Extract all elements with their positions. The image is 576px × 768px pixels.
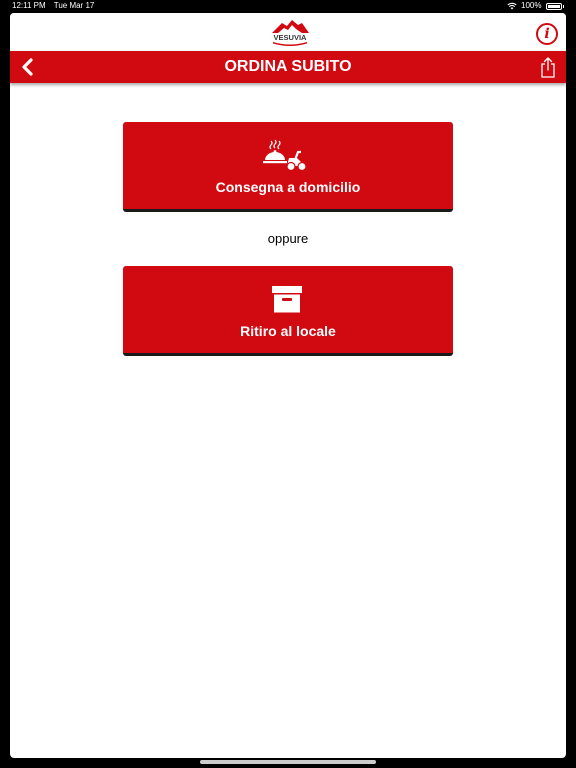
info-icon: i <box>544 26 550 42</box>
battery-icon <box>545 2 562 10</box>
page-title: ORDINA SUBITO <box>224 58 352 75</box>
share-icon <box>541 57 555 78</box>
chevron-left-icon <box>22 58 33 76</box>
scooter-delivery-icon <box>263 139 307 172</box>
info-button[interactable]: i <box>536 23 558 45</box>
back-button[interactable] <box>18 57 38 77</box>
status-date: Tue Mar 17 <box>53 1 95 10</box>
separator-text: oppure <box>267 231 309 246</box>
vesuvia-logo: VESUVIA <box>272 20 309 46</box>
pickup-button[interactable]: Ritiro al locale <box>123 266 453 356</box>
status-time: 12:11 PM <box>12 1 46 10</box>
pickup-label: Ritiro al locale <box>240 323 336 339</box>
app-screen: VESUVIA i ORDINA SUBITO Consegna a domic… <box>10 13 566 758</box>
home-indicator[interactable] <box>200 760 376 764</box>
status-bar: 12:11 PM Tue Mar 17 100% <box>0 0 576 12</box>
delivery-button[interactable]: Consegna a domicilio <box>123 122 453 212</box>
battery-percent: 100% <box>521 1 542 10</box>
logo-bar: VESUVIA i <box>10 13 566 51</box>
logo-text: VESUVIA <box>274 33 308 42</box>
nav-bar: ORDINA SUBITO <box>10 51 566 83</box>
wifi-icon <box>507 2 517 10</box>
share-button[interactable] <box>540 56 556 78</box>
archive-box-icon <box>272 286 302 313</box>
delivery-label: Consegna a domicilio <box>215 179 361 195</box>
